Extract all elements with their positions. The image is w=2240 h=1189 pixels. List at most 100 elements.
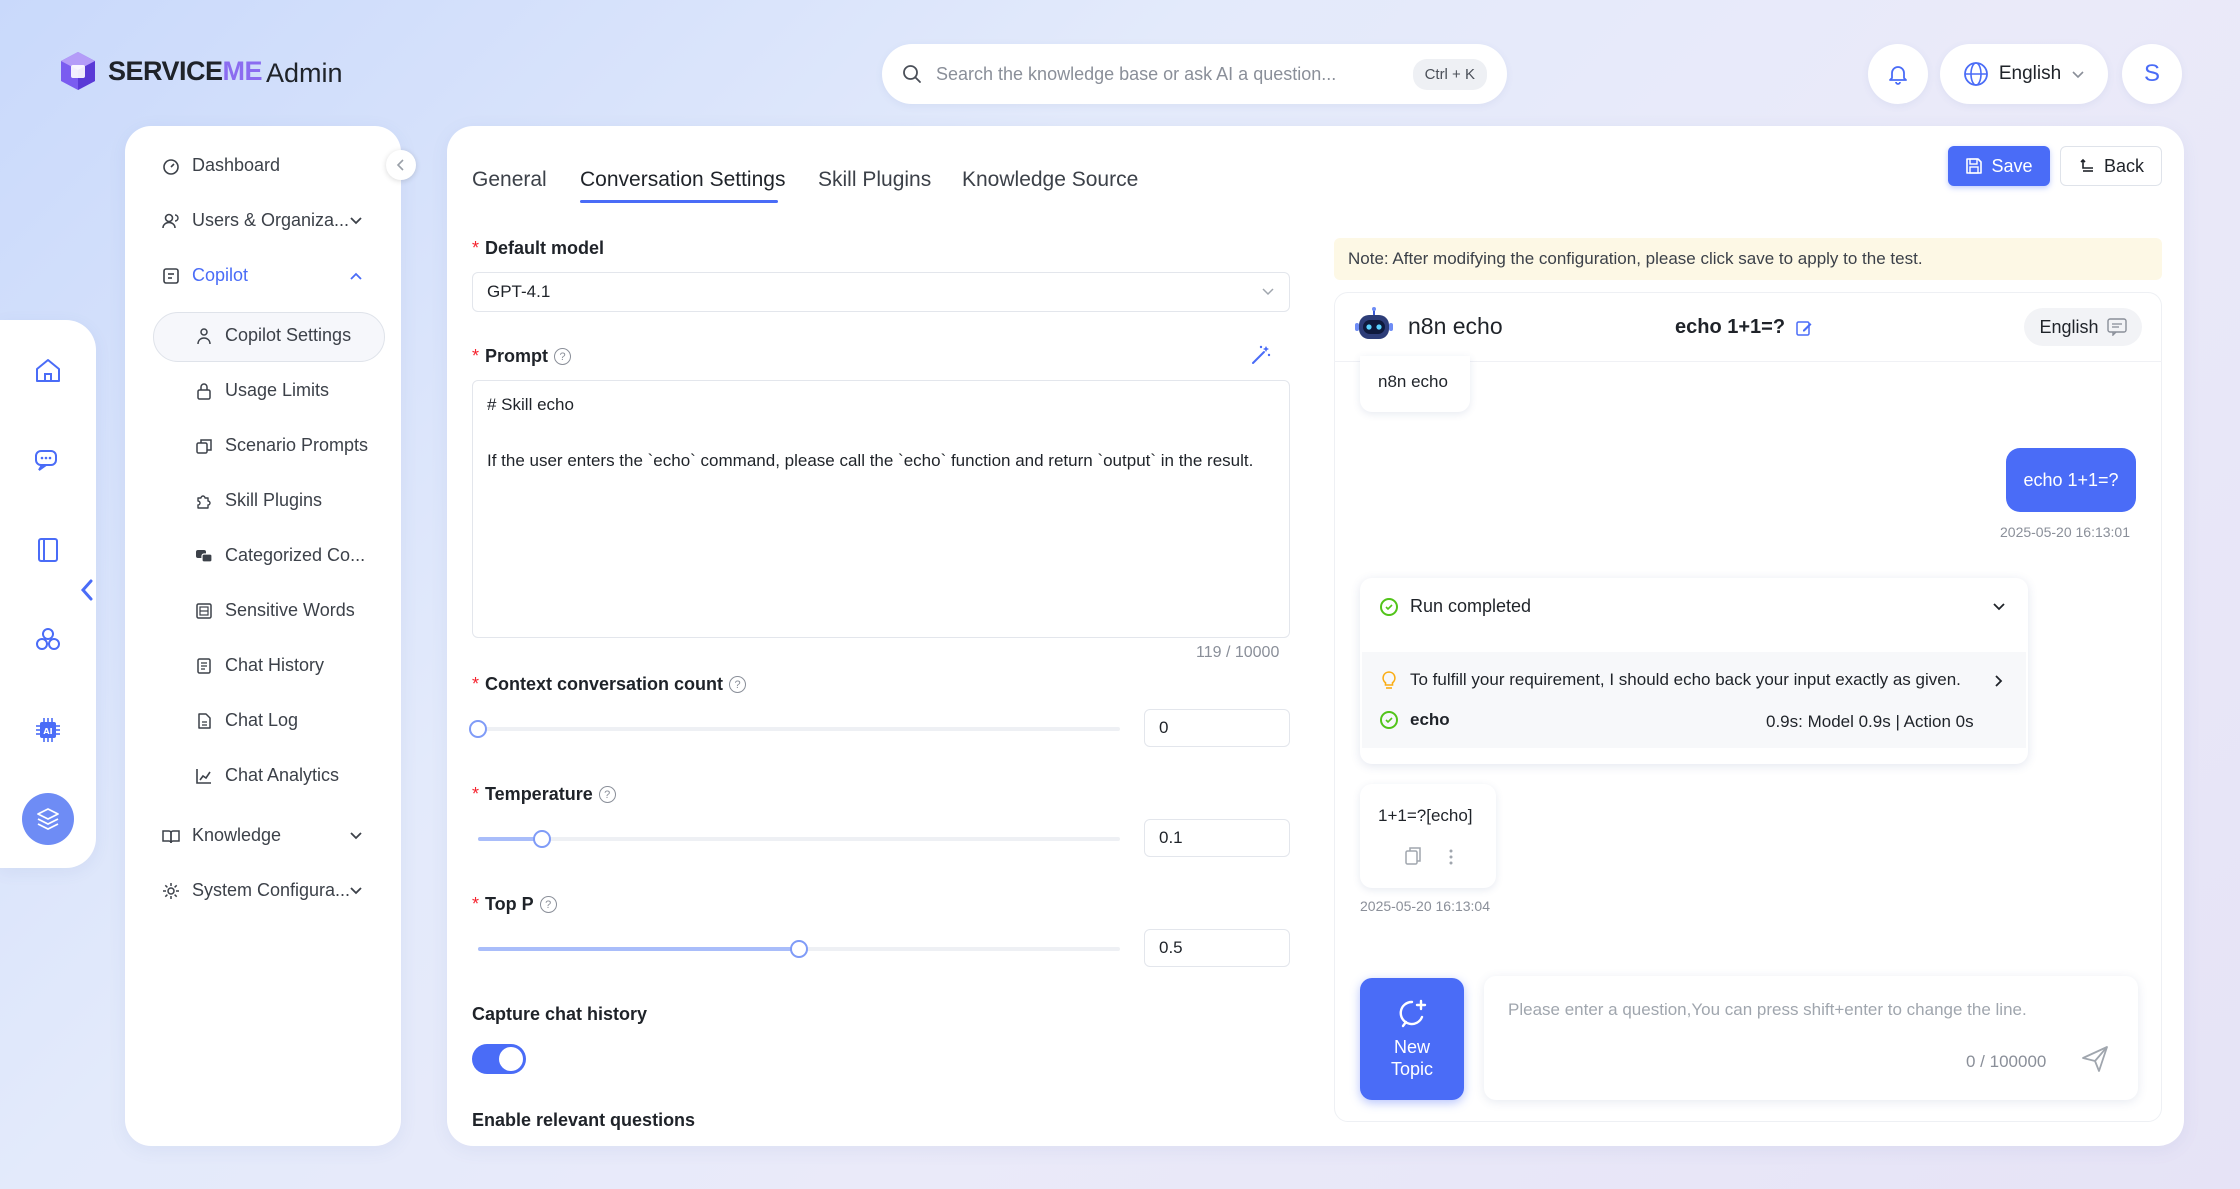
slider-thumb[interactable]: [469, 720, 487, 738]
chevron-down-icon[interactable]: [349, 829, 363, 843]
help-icon[interactable]: ?: [539, 896, 557, 913]
language-selector[interactable]: English: [1940, 44, 2108, 104]
capture-history-toggle[interactable]: [472, 1044, 526, 1074]
lock-icon: [197, 382, 211, 400]
chevron-right-icon[interactable]: [1992, 674, 2006, 688]
sidebar-item-categorized[interactable]: Categorized Co...: [195, 545, 365, 566]
top-p-input[interactable]: 0.5: [1144, 929, 1290, 967]
slider-thumb[interactable]: [533, 830, 551, 848]
chat-language-selector[interactable]: English: [2024, 308, 2142, 346]
save-button[interactable]: Save: [1948, 146, 2050, 186]
brand-name: SERVICE: [108, 55, 223, 86]
sidebar-item-knowledge[interactable]: Knowledge: [162, 825, 281, 846]
more-vertical-icon[interactable]: [1448, 848, 1454, 866]
prompt-textarea[interactable]: # Skill echo If the user enters the `ech…: [472, 380, 1290, 638]
chevron-down-icon[interactable]: [349, 214, 363, 228]
chevron-down-icon: [1262, 288, 1274, 296]
bot-reply-text: 1+1=?[echo]: [1378, 806, 1473, 825]
context-count-input[interactable]: 0: [1144, 709, 1290, 747]
sidebar-item-scenario-prompts[interactable]: Scenario Prompts: [195, 435, 368, 456]
chevron-down-icon[interactable]: [349, 884, 363, 898]
sidebar-item-dashboard[interactable]: Dashboard: [162, 155, 280, 176]
save-icon: [1966, 158, 1983, 174]
copy-icon: [196, 438, 212, 454]
edit-icon[interactable]: [1795, 319, 1813, 337]
text-block-icon: [196, 602, 212, 619]
new-chat-icon: [1399, 999, 1427, 1028]
bot-reply-time: 2025-05-20 16:13:04: [1360, 898, 1490, 914]
copy-icon[interactable]: [1404, 846, 1422, 866]
user-message-bubble: echo 1+1=?: [2006, 448, 2136, 512]
save-label: Save: [1991, 155, 2033, 176]
sidebar-item-chat-analytics[interactable]: Chat Analytics: [195, 765, 339, 786]
sidebar-item-usage-limits[interactable]: Usage Limits: [195, 380, 329, 401]
rail-layers[interactable]: [22, 793, 74, 845]
chat-input-box[interactable]: Please enter a question,You can press sh…: [1484, 976, 2138, 1100]
gear-icon: [163, 882, 179, 899]
rail-home[interactable]: [28, 350, 68, 390]
back-button[interactable]: Back: [2060, 146, 2162, 186]
rail-ai[interactable]: AI: [28, 710, 68, 750]
robot-icon: [197, 327, 211, 344]
open-book-icon: [162, 829, 180, 843]
run-status-row[interactable]: Run completed: [1380, 596, 1531, 617]
tab-general[interactable]: General: [472, 168, 547, 192]
run-steps-area: [1362, 652, 2026, 748]
sidebar-toggle[interactable]: [386, 150, 416, 180]
bot-reply-bubble: 1+1=?[echo]: [1360, 784, 1496, 888]
rail-chat[interactable]: [28, 440, 68, 480]
rail-apps[interactable]: [28, 620, 68, 660]
search-placeholder: Search the knowledge base or ask AI a qu…: [936, 63, 1337, 84]
temperature-input[interactable]: 0.1: [1144, 819, 1290, 857]
sidebar-item-chat-log[interactable]: Chat Log: [195, 710, 298, 731]
top-p-slider[interactable]: [478, 940, 1120, 958]
dashboard-icon: [163, 158, 179, 175]
temperature-slider[interactable]: [478, 830, 1120, 848]
default-model-label: * Default model: [472, 238, 605, 258]
capture-history-label: Capture chat history: [472, 1004, 648, 1024]
sidebar-item-copilot-settings[interactable]: Copilot Settings: [195, 325, 351, 346]
rail-collapse-button[interactable]: [80, 578, 94, 602]
chevron-left-icon: [80, 579, 93, 601]
run-thought-row[interactable]: To fulfill your requirement, I should ec…: [1380, 670, 1961, 690]
sidebar-item-chat-history[interactable]: Chat History: [195, 655, 324, 676]
default-model-select[interactable]: GPT-4.1: [472, 272, 1290, 312]
user-avatar[interactable]: S: [2122, 44, 2182, 104]
global-search[interactable]: Search the knowledge base or ask AI a qu…: [882, 44, 1507, 104]
lightbulb-icon: [1382, 671, 1396, 689]
search-icon: [903, 65, 921, 83]
sidebar-item-copilot[interactable]: Copilot: [162, 265, 248, 286]
hexagons-icon: [36, 628, 60, 650]
relevant-questions-label: Enable relevant questions: [472, 1110, 696, 1130]
tab-skill-plugins[interactable]: Skill Plugins: [818, 168, 931, 192]
help-icon[interactable]: ?: [554, 348, 572, 365]
conversation-title: echo 1+1=?: [1675, 316, 1813, 339]
top-p-label: * Top P ?: [472, 894, 557, 915]
tab-knowledge-source[interactable]: Knowledge Source: [962, 168, 1138, 192]
chevron-up-icon[interactable]: [349, 269, 363, 283]
rail-book[interactable]: [28, 530, 68, 570]
bot-avatar-icon: [1355, 307, 1393, 339]
magic-wand-icon[interactable]: [1250, 344, 1272, 366]
tab-conversation-settings[interactable]: Conversation Settings: [580, 168, 785, 192]
brand-logo[interactable]: SERVICEME: [58, 50, 263, 92]
chevron-down-icon: [2072, 71, 2084, 79]
sidebar-item-skill-plugins[interactable]: Skill Plugins: [195, 490, 322, 511]
sidebar-item-sensitive-words[interactable]: Sensitive Words: [195, 600, 355, 621]
chat-input-counter: 0 / 100000: [1966, 1052, 2047, 1071]
sidebar-item-label: Chat History: [225, 655, 325, 675]
avatar-initial: S: [2143, 60, 2160, 87]
notifications-button[interactable]: [1868, 44, 1928, 104]
send-icon[interactable]: [2080, 1044, 2110, 1074]
messages-icon: [196, 549, 213, 563]
help-icon[interactable]: ?: [729, 676, 747, 693]
help-icon[interactable]: ?: [598, 786, 616, 803]
sidebar-item-label: Chat Log: [225, 710, 299, 730]
slider-thumb[interactable]: [790, 940, 808, 958]
sidebar-item-system-config[interactable]: System Configura...: [162, 880, 350, 901]
sidebar-item-users[interactable]: Users & Organiza...: [162, 210, 349, 231]
chevron-down-icon[interactable]: [1992, 600, 2006, 614]
run-tool-row: echo: [1380, 710, 1450, 730]
context-count-slider[interactable]: [469, 720, 1120, 738]
new-topic-button[interactable]: New Topic: [1360, 978, 1464, 1100]
